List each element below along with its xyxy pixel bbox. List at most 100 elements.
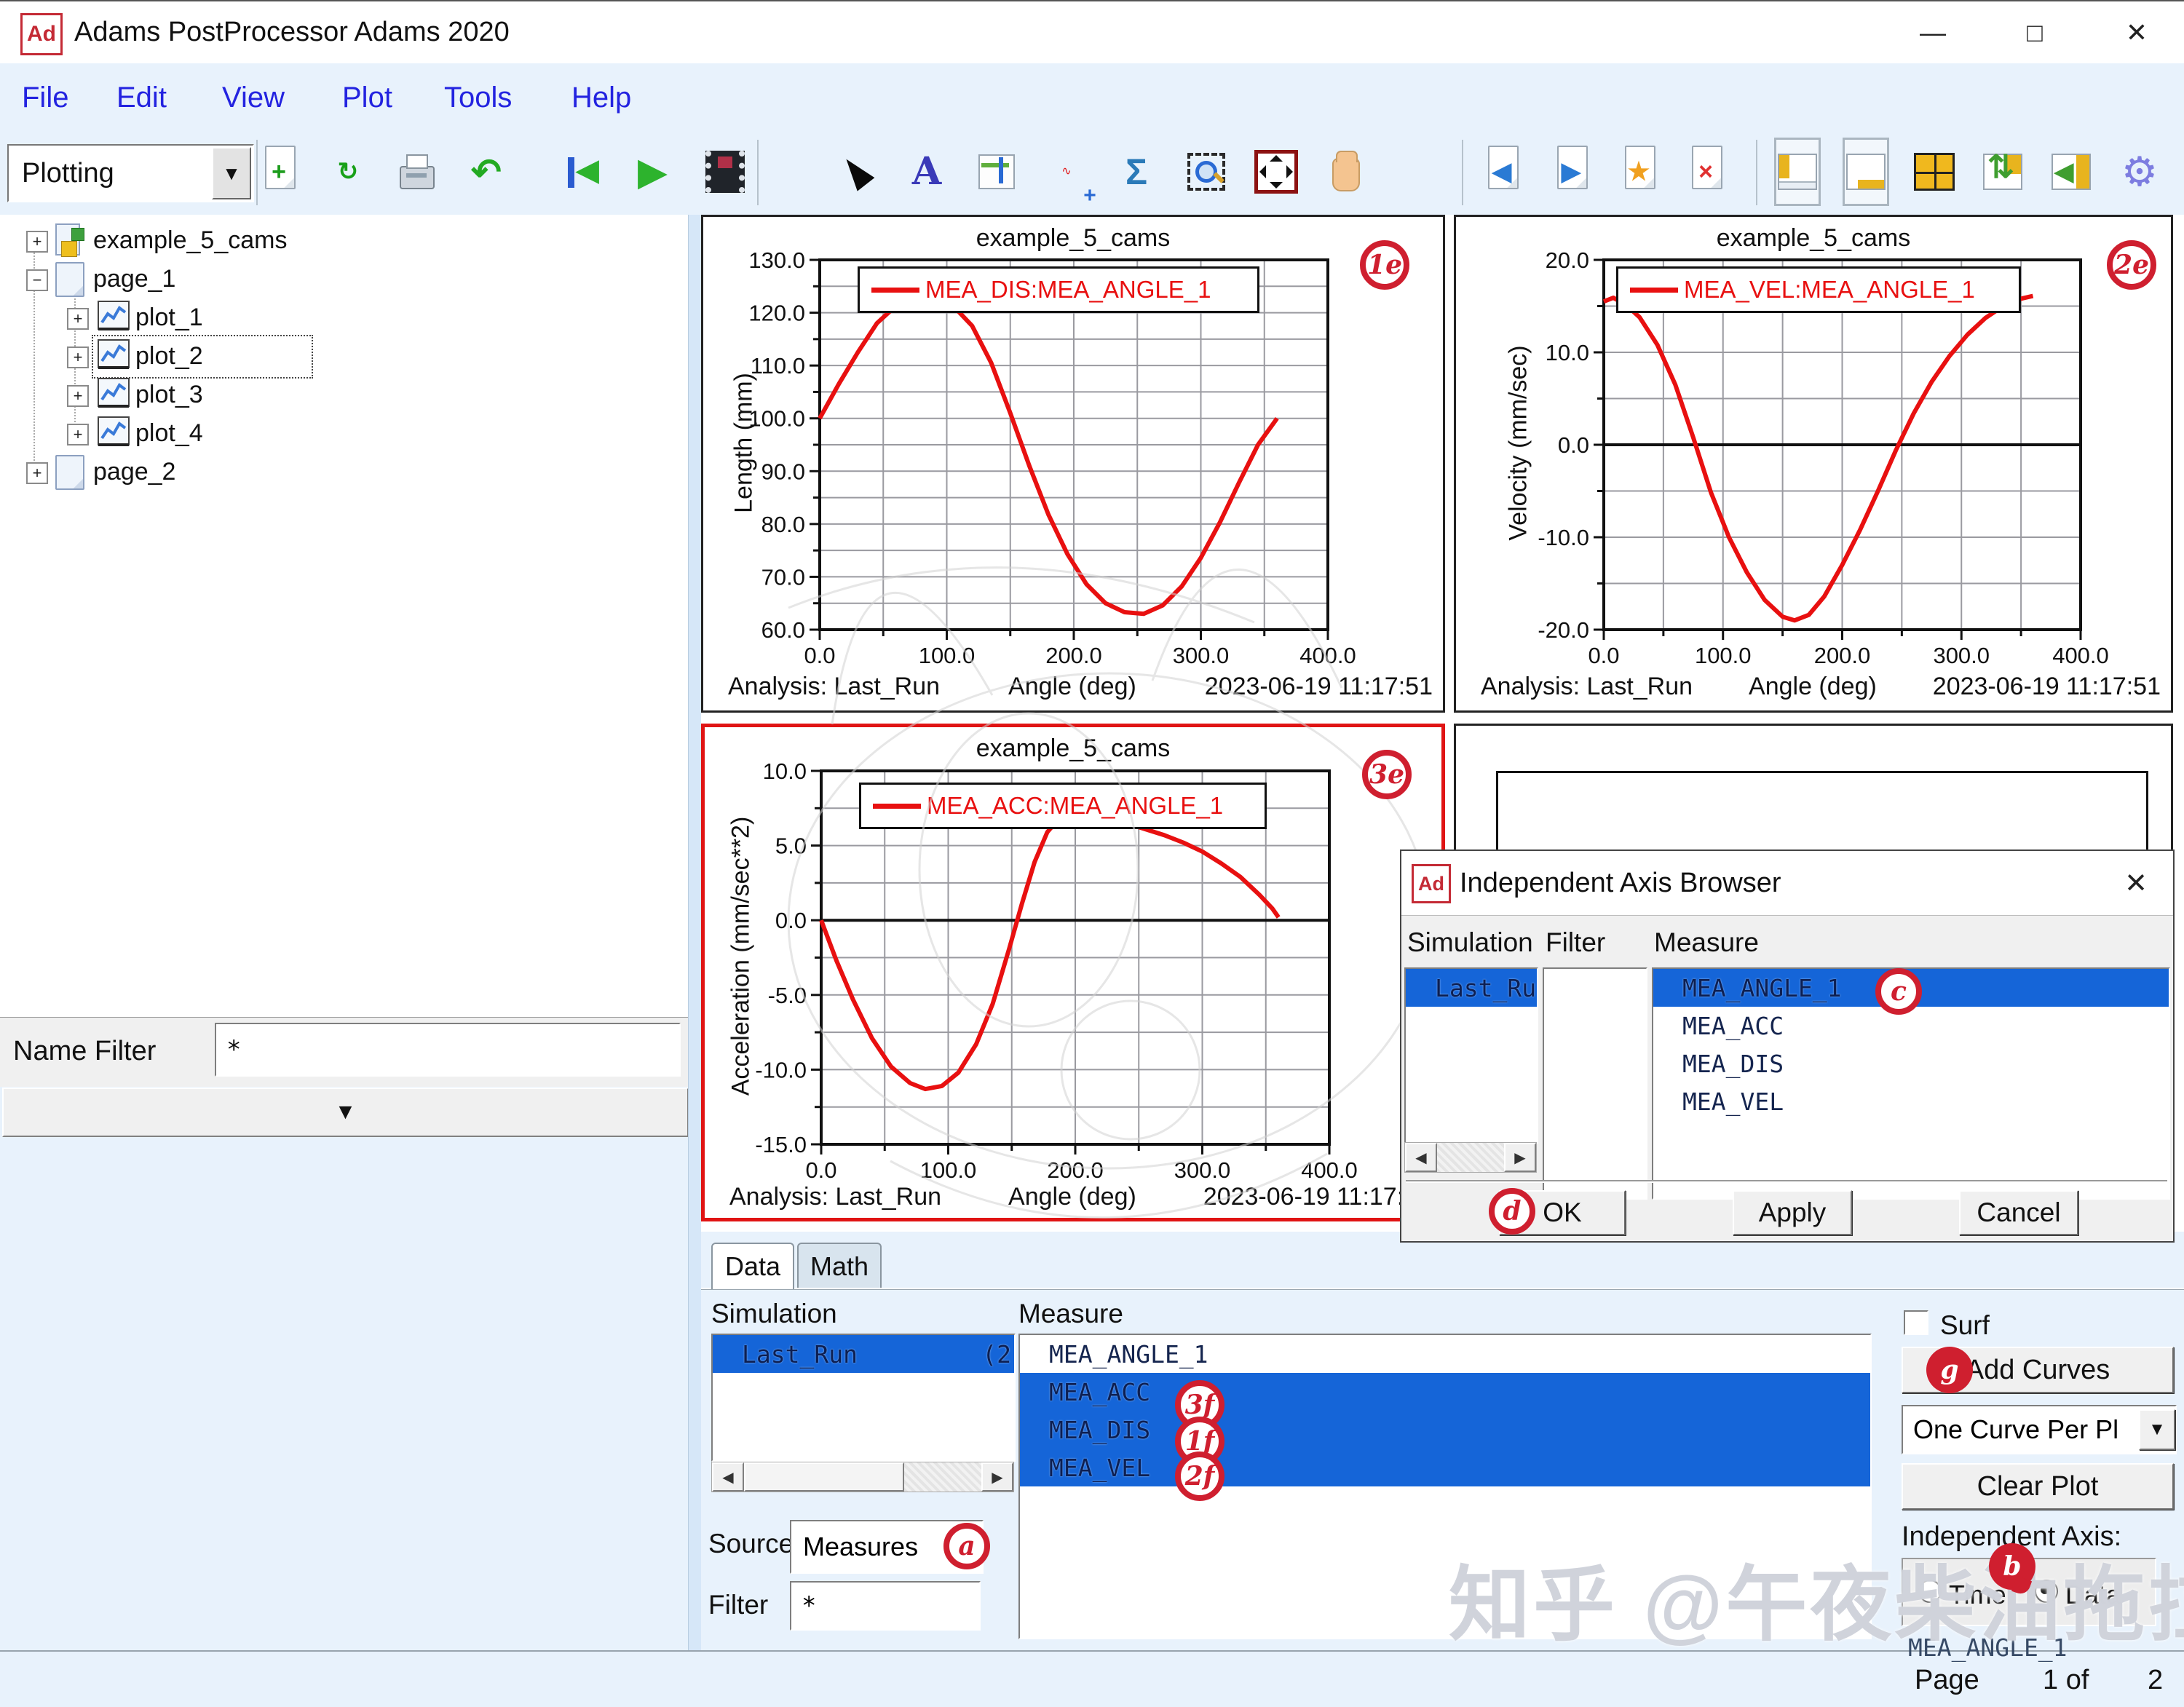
dialog-measure-item[interactable]: MEA_VEL xyxy=(1653,1082,2169,1120)
tree-collapse-icon[interactable]: − xyxy=(26,269,48,291)
svg-text:100.0: 100.0 xyxy=(1695,643,1752,668)
pan-hand-icon[interactable] xyxy=(1324,138,1369,205)
tree-expand-icon[interactable]: + xyxy=(67,308,89,330)
simulation-item[interactable]: Last_Run(2 xyxy=(713,1335,1014,1373)
tree-expand-icon[interactable]: + xyxy=(67,385,89,407)
tree-expand-icon[interactable]: + xyxy=(26,231,48,253)
measure-item[interactable]: MEA_ANGLE_1 xyxy=(1020,1335,1870,1373)
title-bar: Ad Adams PostProcessor Adams 2020 — □ ✕ xyxy=(0,1,2184,64)
tree-item-plot_2[interactable]: plot_2 xyxy=(135,342,203,371)
new-analysis-icon[interactable]: + xyxy=(256,138,301,205)
svg-text:0.0: 0.0 xyxy=(775,908,807,933)
tree-item-page_1[interactable]: page_1 xyxy=(93,265,175,293)
previous-page-icon[interactable]: ◀ xyxy=(1479,138,1524,205)
chevron-down-icon[interactable]: ▼ xyxy=(212,147,251,199)
status-bar: Page 1 of 2 xyxy=(0,1650,2184,1707)
new-page-icon[interactable]: ★ xyxy=(1616,138,1661,205)
text-tool-icon[interactable]: A xyxy=(904,138,949,205)
menu-file[interactable]: File xyxy=(22,63,68,132)
curve-MEA_DIS:MEA_ANGLE_1 xyxy=(820,299,1277,614)
tree-item-page_2[interactable]: page_2 xyxy=(93,458,175,486)
filter-input[interactable] xyxy=(790,1581,981,1631)
plot-panel-2[interactable]: example_5_camsVelocity (mm/sec)0.0100.02… xyxy=(1454,215,2173,713)
zoom-area-icon[interactable] xyxy=(1184,138,1229,205)
plot-legend: MEA_DIS:MEA_ANGLE_1 xyxy=(858,266,1259,313)
tree-expand-icon[interactable]: + xyxy=(26,462,48,484)
dialog-simulation-item[interactable]: Last_Ru xyxy=(1406,969,1537,1007)
dialog-simulation-scrollbar[interactable]: ◀ ▶ xyxy=(1404,1142,1537,1173)
measure-list[interactable]: MEA_ANGLE_1MEA_ACCMEA_DISMEA_VEL xyxy=(1018,1334,1872,1639)
dialog-filter-input[interactable] xyxy=(1543,967,1647,1200)
settings-gear-icon[interactable]: ⚙ xyxy=(2117,138,2162,205)
measure-item[interactable]: MEA_VEL xyxy=(1020,1449,1870,1486)
menu-edit[interactable]: Edit xyxy=(116,63,167,132)
plot-footer: Analysis: Last_RunAngle (deg)2023-06-19 … xyxy=(705,1183,1441,1211)
dialog-close-icon[interactable]: ✕ xyxy=(2110,851,2161,915)
menu-tools[interactable]: Tools xyxy=(444,63,512,132)
dialog-measure-item[interactable]: MEA_ACC xyxy=(1653,1007,2169,1045)
surf-checkbox[interactable] xyxy=(1904,1310,1928,1335)
next-page-icon[interactable]: ▶ xyxy=(1548,138,1594,205)
plot-template-icon[interactable] xyxy=(974,138,1019,205)
tree-item-plot_1[interactable]: plot_1 xyxy=(135,304,203,332)
layout-swap-icon[interactable]: ⇅ xyxy=(1980,138,2025,205)
scroll-right-icon[interactable]: ▶ xyxy=(1504,1143,1536,1172)
surf-label: Surf xyxy=(1940,1310,1990,1341)
layout-left-strip-icon[interactable] xyxy=(1775,138,1820,205)
tree-item-example_5_cams[interactable]: example_5_cams xyxy=(93,226,287,255)
tab-data[interactable]: Data xyxy=(711,1243,794,1289)
minimize-button[interactable]: — xyxy=(1900,1,1966,63)
play-animation-icon[interactable]: ▶ xyxy=(630,138,675,205)
reload-icon[interactable]: ↻ xyxy=(325,138,371,205)
close-button[interactable]: ✕ xyxy=(2104,1,2169,63)
chevron-down-icon[interactable]: ▼ xyxy=(2139,1409,2175,1450)
go-to-start-icon[interactable]: ◀ xyxy=(561,138,606,205)
name-filter-input[interactable] xyxy=(215,1023,681,1077)
print-icon[interactable] xyxy=(395,138,440,205)
tree-item-plot_3[interactable]: plot_3 xyxy=(135,381,203,409)
dialog-cancel-button[interactable]: Cancel xyxy=(1959,1190,2078,1235)
curve-mode-dropdown[interactable]: One Curve Per Pl ▼ xyxy=(1902,1405,2177,1454)
film-animation-icon[interactable] xyxy=(703,138,748,205)
select-cursor-icon[interactable] xyxy=(834,138,879,205)
menu-help[interactable]: Help xyxy=(571,63,631,132)
tree-collapse-button[interactable]: ▼ xyxy=(2,1088,689,1137)
menu-view[interactable]: View xyxy=(222,63,285,132)
clear-plot-button[interactable]: Clear Plot xyxy=(1902,1463,2174,1510)
plot-panel-1[interactable]: example_5_camsLength (mm)0.0100.0200.030… xyxy=(701,215,1445,713)
svg-text:200.0: 200.0 xyxy=(1814,643,1871,668)
page-icon xyxy=(55,455,84,490)
delete-page-icon[interactable]: × xyxy=(1683,138,1728,205)
tree-expand-icon[interactable]: + xyxy=(67,346,89,368)
curve-edit-icon[interactable]: ∿ xyxy=(1044,138,1089,205)
scroll-right-icon[interactable]: ▶ xyxy=(981,1462,1013,1492)
dialog-simulation-list[interactable]: Last_Ru xyxy=(1404,967,1538,1144)
fit-view-icon[interactable] xyxy=(1254,138,1299,205)
sum-curves-icon[interactable]: Σ xyxy=(1114,138,1159,205)
plot-panel-3[interactable]: example_5_camsAcceleration (mm/sec**2)0.… xyxy=(701,724,1445,1221)
measure-item[interactable]: MEA_DIS xyxy=(1020,1411,1870,1449)
layout-grid-icon[interactable] xyxy=(1912,138,1957,205)
tree-item-plot_4[interactable]: plot_4 xyxy=(135,419,203,448)
mode-selector-dropdown[interactable]: Plotting ▼ xyxy=(7,144,254,202)
scroll-left-icon[interactable]: ◀ xyxy=(712,1462,744,1492)
maximize-button[interactable]: □ xyxy=(2002,1,2068,63)
panel-splitter[interactable] xyxy=(688,215,702,1650)
svg-text:300.0: 300.0 xyxy=(1174,1157,1231,1183)
svg-text:400.0: 400.0 xyxy=(2052,643,2109,668)
tree-expand-icon[interactable]: + xyxy=(67,424,89,445)
dialog-apply-button[interactable]: Apply xyxy=(1733,1190,1852,1235)
menu-plot[interactable]: Plot xyxy=(342,63,392,132)
scroll-left-icon[interactable]: ◀ xyxy=(1405,1143,1437,1172)
dialog-measure-item[interactable]: MEA_DIS xyxy=(1653,1045,2169,1082)
undo-icon[interactable]: ↶ xyxy=(464,138,509,205)
tab-math[interactable]: Math xyxy=(797,1243,882,1289)
simulation-list[interactable]: Last_Run(2 xyxy=(711,1334,1016,1462)
measure-item[interactable]: MEA_ACC xyxy=(1020,1373,1870,1411)
radio-time[interactable] xyxy=(1918,1580,1942,1603)
simulation-scrollbar[interactable]: ◀ ▶ xyxy=(711,1462,1014,1492)
radio-data[interactable] xyxy=(2035,1580,2058,1603)
plot-legend: MEA_VEL:MEA_ANGLE_1 xyxy=(1616,266,2021,313)
layout-bottom-strip-icon[interactable] xyxy=(1843,138,1888,205)
layout-shift-left-icon[interactable]: ◀ xyxy=(2049,138,2094,205)
